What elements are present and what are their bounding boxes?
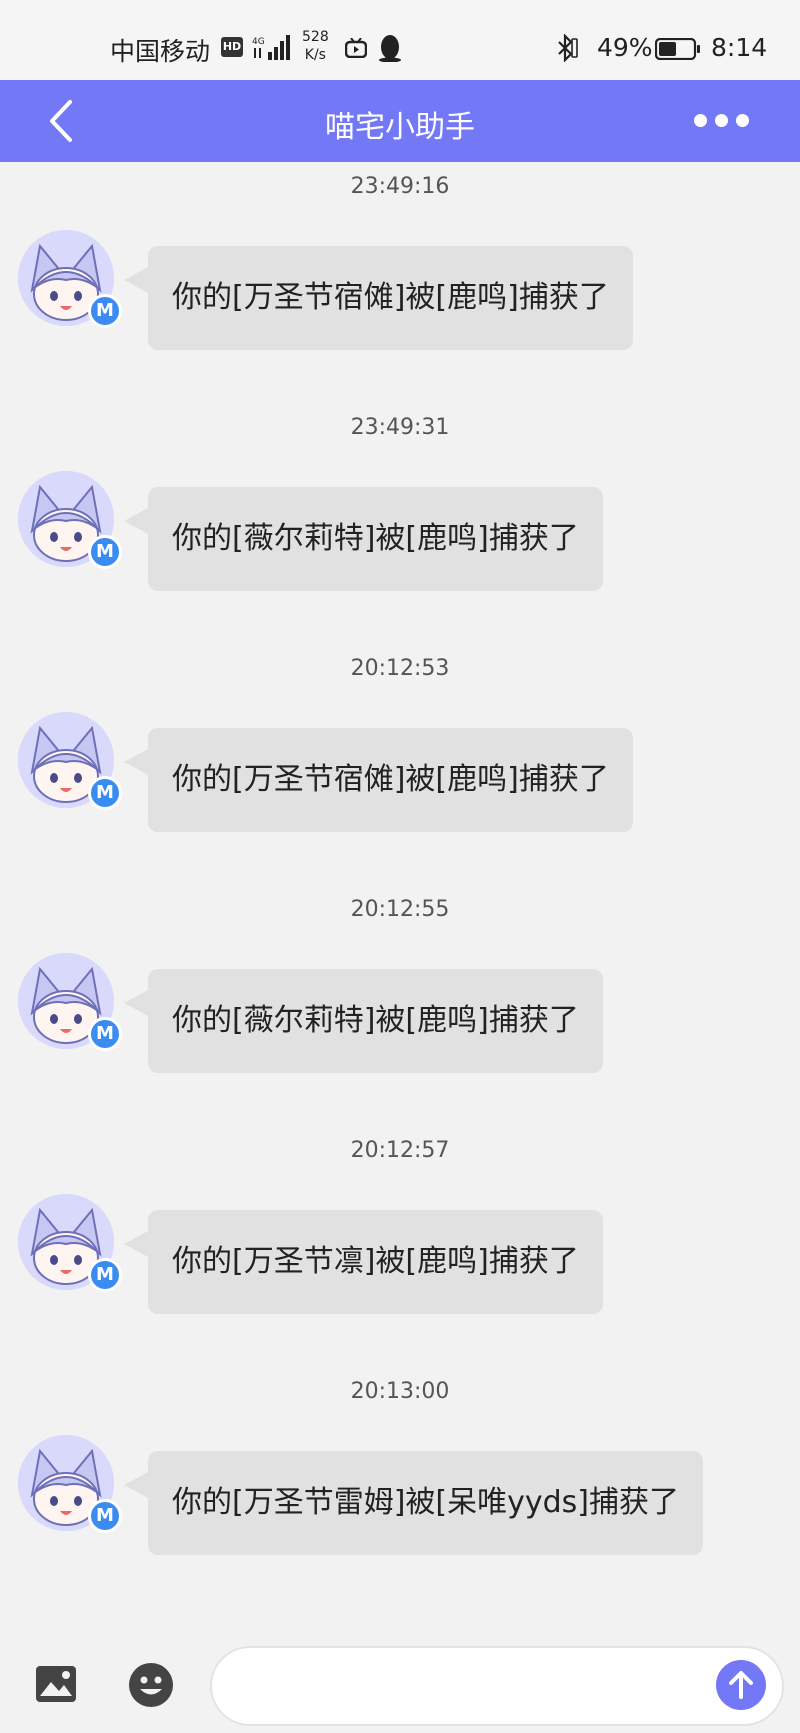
net-speed-unit: K/s (304, 47, 326, 63)
message-bubble[interactable]: 你的[万圣节雷姆]被[呆唯yyds]捕获了 (148, 1451, 703, 1555)
avatar-badge: M (88, 1017, 122, 1051)
message-timestamp: 20:12:53 (350, 656, 450, 681)
avatar[interactable]: M (18, 230, 122, 328)
bubble-tail (124, 507, 150, 535)
bubble-tail (124, 1471, 150, 1499)
status-bar: 中国移动 HD 4G 528 K/s 49% 8:14 (0, 0, 800, 80)
signal-icon: 4G (252, 35, 290, 60)
bluetooth-icon (558, 34, 578, 62)
message-timestamp: 23:49:16 (350, 174, 450, 199)
bubble-tail (124, 266, 150, 294)
avatar[interactable]: M (18, 953, 122, 1051)
avatar-badge: M (88, 535, 122, 569)
message-item: 23:49:16 M 你的[万圣节宿傩]被[鹿鸣]捕获了 (0, 162, 800, 403)
chat-header: 喵宅小助手 (0, 80, 800, 162)
avatar[interactable]: M (18, 712, 122, 810)
more-dot-icon (715, 114, 728, 127)
message-bubble[interactable]: 你的[薇尔莉特]被[鹿鸣]捕获了 (148, 969, 603, 1073)
avatar-badge: M (88, 1499, 122, 1533)
input-bar (0, 1630, 800, 1733)
svg-text:4G: 4G (252, 37, 265, 47)
net-speed-value: 528 (302, 29, 329, 45)
message-timestamp: 20:12:57 (350, 1138, 450, 1163)
penguin-icon (379, 35, 401, 62)
avatar-badge: M (88, 1258, 122, 1292)
carrier-label: 中国移动 (110, 37, 211, 66)
chat-title: 喵宅小助手 (325, 110, 475, 145)
battery-icon (655, 38, 700, 60)
bubble-tail (124, 1230, 150, 1258)
avatar-badge: M (88, 294, 122, 328)
message-bubble[interactable]: 你的[万圣节宿傩]被[鹿鸣]捕获了 (148, 728, 633, 832)
message-timestamp: 20:13:00 (350, 1379, 450, 1404)
hd-icon: HD (221, 37, 243, 57)
send-button[interactable] (716, 1660, 766, 1710)
avatar-badge: M (88, 776, 122, 810)
message-input[interactable] (210, 1646, 784, 1726)
more-options-button[interactable] (694, 110, 756, 132)
bubble-tail (124, 989, 150, 1017)
message-timestamp: 20:12:55 (350, 897, 450, 922)
net-speed: 528 K/s (302, 28, 329, 64)
emoji-button[interactable] (128, 1662, 174, 1708)
message-timestamp: 23:49:31 (350, 415, 450, 440)
more-dot-icon (694, 114, 707, 127)
more-dot-icon (736, 114, 749, 127)
message-bubble[interactable]: 你的[万圣节凛]被[鹿鸣]捕获了 (148, 1210, 603, 1314)
bubble-tail (124, 748, 150, 776)
message-item: 20:13:00 M 你的[万圣节雷姆]被[呆唯yyds]捕获了 (0, 1367, 800, 1608)
message-bubble[interactable]: 你的[万圣节宿傩]被[鹿鸣]捕获了 (148, 246, 633, 350)
battery-percent: 49% (597, 33, 653, 62)
avatar[interactable]: M (18, 1435, 122, 1533)
arrow-up-icon (729, 1671, 753, 1699)
avatar[interactable]: M (18, 471, 122, 569)
tv-icon (345, 38, 367, 58)
message-item: 20:12:55 M 你的[薇尔莉特]被[鹿鸣]捕获了 (0, 885, 800, 1126)
message-item: 20:12:53 M 你的[万圣节宿傩]被[鹿鸣]捕获了 (0, 644, 800, 885)
message-item: 23:49:31 M 你的[薇尔莉特]被[鹿鸣]捕获了 (0, 403, 800, 644)
avatar[interactable]: M (18, 1194, 122, 1292)
message-bubble[interactable]: 你的[薇尔莉特]被[鹿鸣]捕获了 (148, 487, 603, 591)
message-item: 20:12:57 M 你的[万圣节凛]被[鹿鸣]捕获了 (0, 1126, 800, 1367)
image-picker-button[interactable] (34, 1664, 78, 1704)
clock: 8:14 (711, 33, 768, 62)
